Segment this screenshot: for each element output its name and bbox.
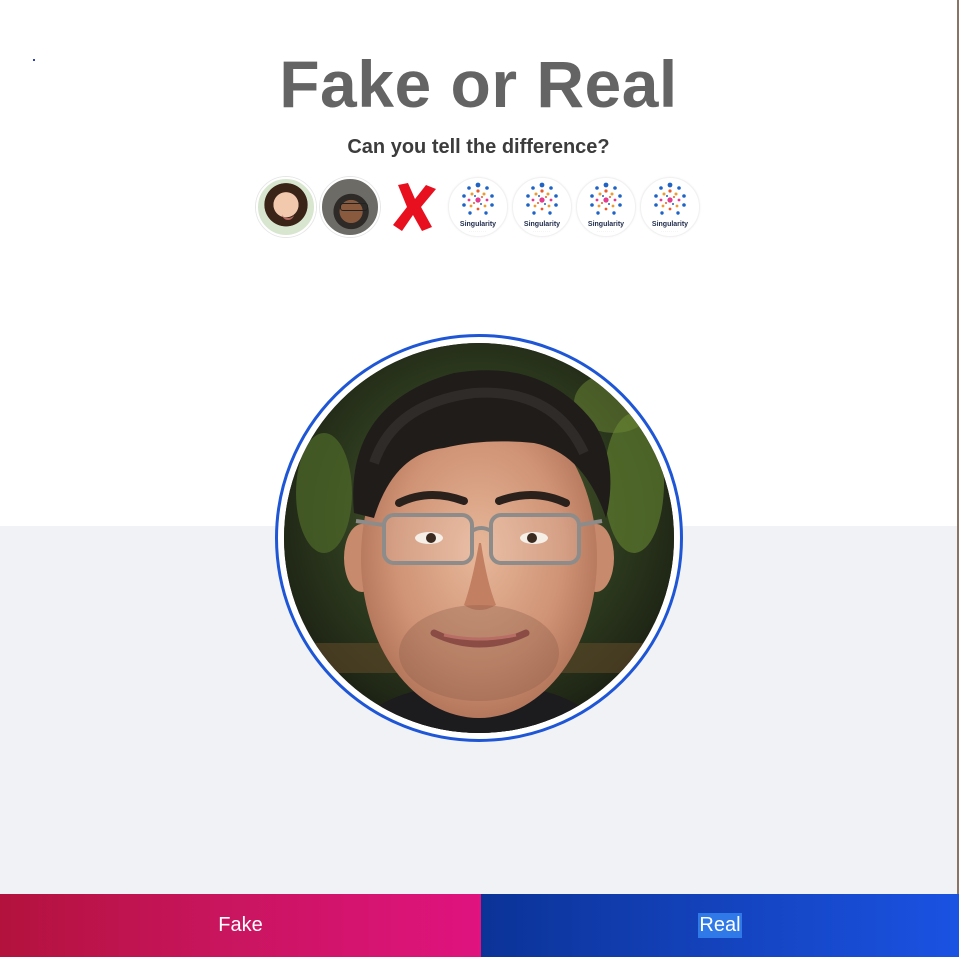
fake-button[interactable]: Fake	[0, 894, 481, 957]
game-page: Fake or Real Can you tell the difference…	[0, 0, 959, 957]
answer-history: Singularity ········· Singularity ······…	[256, 177, 700, 237]
singularity-logo-icon: Singularity ·········	[640, 177, 700, 237]
face-portrait-image	[284, 343, 674, 733]
wrong-cross-icon	[384, 177, 444, 237]
singularity-logo-icon: Singularity ·········	[448, 177, 508, 237]
page-title: Fake or Real	[279, 47, 678, 121]
real-button-label: Real	[698, 913, 742, 938]
singularity-logo-icon: Singularity ·········	[512, 177, 572, 237]
logo-label: Singularity	[651, 221, 689, 228]
logo-tagline-mark: ·········	[469, 229, 487, 233]
man-face-thumbnail-icon	[320, 177, 380, 237]
logo-tagline-mark: ·········	[533, 229, 551, 233]
logo-tagline-mark: ·········	[597, 229, 615, 233]
logo-label: Singularity	[587, 221, 625, 228]
logo-tagline-mark: ·········	[661, 229, 679, 233]
girl-face-thumbnail-icon	[256, 177, 316, 237]
fake-button-label: Fake	[218, 914, 263, 936]
logo-label: Singularity	[459, 221, 497, 228]
page-subtitle: Can you tell the difference?	[347, 136, 610, 158]
logo-label: Singularity	[523, 221, 561, 228]
portrait-frame	[275, 334, 683, 742]
real-button[interactable]: Real	[481, 894, 959, 957]
singularity-logo-icon: Singularity ·········	[576, 177, 636, 237]
